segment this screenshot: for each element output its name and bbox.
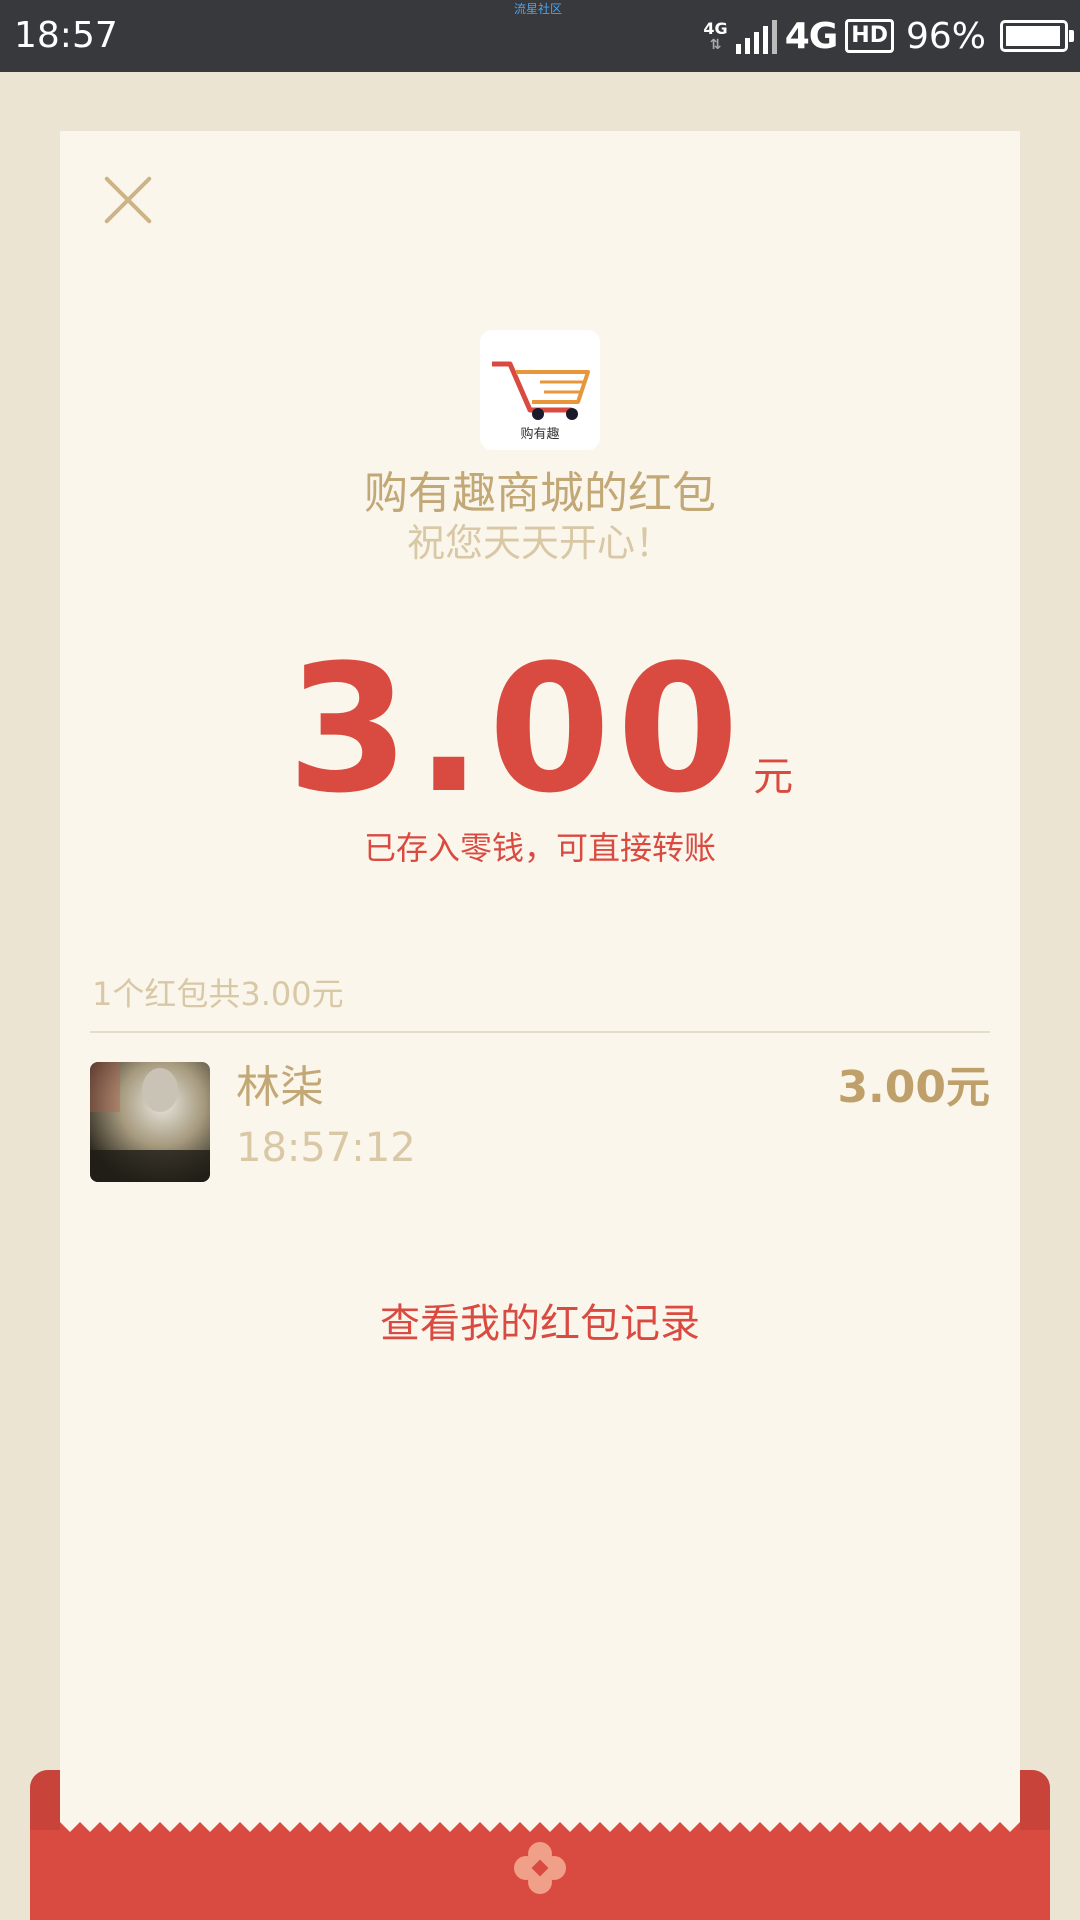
record-name: 林柒: [236, 1062, 324, 1113]
envelope-flap-left: [30, 1770, 60, 1830]
flower-icon: [514, 1842, 566, 1894]
packet-title: 购有趣商城的红包: [364, 468, 716, 519]
record-amount: 3.00元: [837, 1062, 990, 1113]
signal-icon: [735, 18, 777, 54]
amount-unit: 元: [753, 754, 794, 800]
avatar[interactable]: [90, 1062, 210, 1182]
status-time: 18:57: [14, 15, 118, 56]
merchant-logo: 购有趣: [480, 330, 600, 450]
hd-badge: HD: [845, 19, 894, 53]
amount-value: 3.00: [286, 627, 746, 832]
envelope-flap-right: [1020, 1770, 1050, 1830]
close-icon[interactable]: [100, 172, 156, 228]
view-history-link[interactable]: 查看我的红包记录: [0, 1296, 1080, 1352]
data-arrows-icon: ⇅: [709, 37, 722, 53]
battery-icon: [1000, 20, 1074, 52]
packet-summary: 1个红包共3.00元: [92, 975, 344, 1013]
status-bar: 18:57 流星社区 4G ⇅ 4G HD 96%: [0, 0, 1080, 72]
avatar-image: [90, 1062, 210, 1182]
list-item[interactable]: 林柒 18:57:12 3.00元: [90, 1062, 990, 1184]
amount-row: 3.00 元: [0, 640, 1080, 820]
battery-percent: 96%: [905, 15, 986, 57]
card-zigzag-edge: [60, 1818, 1020, 1832]
network-big-label: 4G: [784, 15, 839, 57]
divider: [90, 1031, 990, 1033]
network-small-label: 4G: [703, 19, 728, 38]
network-small-indicator: 4G ⇅: [703, 19, 728, 53]
amount-note[interactable]: 已存入零钱，可直接转账: [0, 826, 1080, 870]
packet-greeting: 祝您天天开心！: [406, 521, 673, 565]
record-time: 18:57:12: [236, 1125, 416, 1171]
logo-caption: 购有趣: [520, 427, 560, 442]
status-indicators: 4G ⇅ 4G HD 96%: [703, 14, 1074, 58]
carrier-label: 流星社区: [514, 2, 563, 16]
